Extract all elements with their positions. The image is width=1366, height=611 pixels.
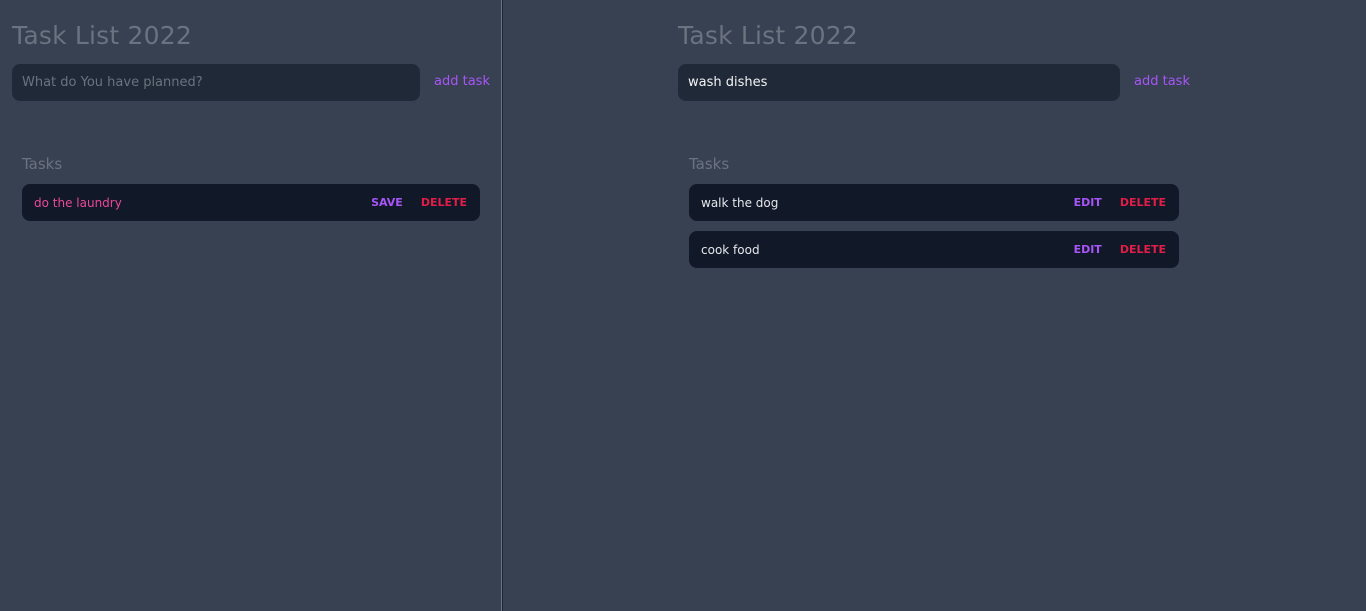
delete-button[interactable]: DELETE bbox=[1120, 243, 1166, 256]
task-row: cook food EDIT DELETE bbox=[689, 231, 1179, 268]
save-button[interactable]: SAVE bbox=[371, 196, 403, 209]
task-text: walk the dog bbox=[701, 195, 779, 210]
left-pane: Task List 2022 add task Tasks do the lau… bbox=[0, 0, 501, 611]
task-text-editing[interactable]: do the laundry bbox=[34, 196, 353, 210]
task-list: walk the dog EDIT DELETE cook food EDIT … bbox=[689, 184, 1179, 278]
add-task-button[interactable]: add task bbox=[1134, 74, 1190, 89]
right-pane: Task List 2022 add task Tasks walk the d… bbox=[503, 0, 1366, 611]
delete-button[interactable]: DELETE bbox=[1120, 196, 1166, 209]
tasks-heading: Tasks bbox=[22, 155, 63, 173]
page-title: Task List 2022 bbox=[678, 21, 858, 50]
task-row: walk the dog EDIT DELETE bbox=[689, 184, 1179, 221]
tasks-heading: Tasks bbox=[689, 155, 730, 173]
task-row: do the laundry SAVE DELETE bbox=[22, 184, 480, 221]
task-list: do the laundry SAVE DELETE bbox=[22, 184, 480, 231]
task-text: cook food bbox=[701, 242, 760, 257]
task-input[interactable] bbox=[12, 64, 420, 101]
delete-button[interactable]: DELETE bbox=[421, 196, 467, 209]
page-title: Task List 2022 bbox=[12, 21, 192, 50]
task-input[interactable] bbox=[678, 64, 1120, 101]
add-task-button[interactable]: add task bbox=[434, 74, 490, 89]
edit-button[interactable]: EDIT bbox=[1074, 243, 1102, 256]
edit-button[interactable]: EDIT bbox=[1074, 196, 1102, 209]
